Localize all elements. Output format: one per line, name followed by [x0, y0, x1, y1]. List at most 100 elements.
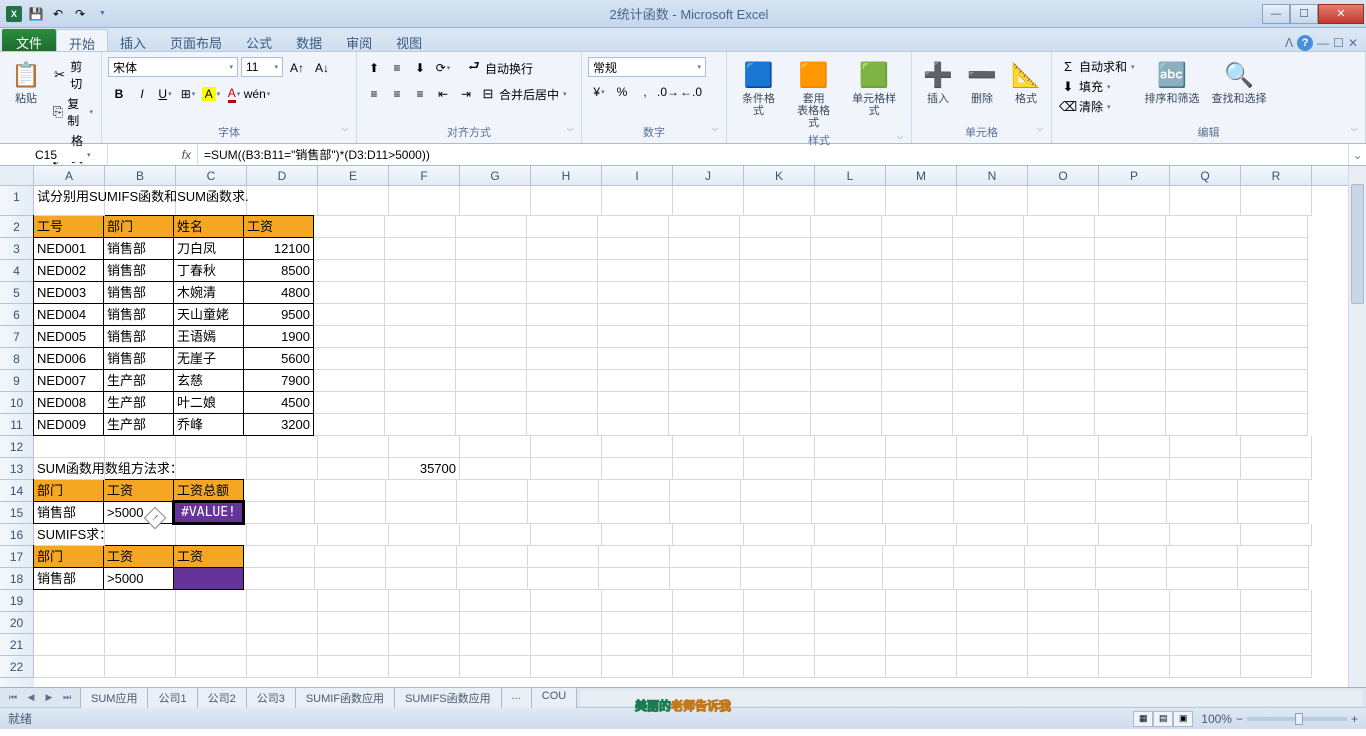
clear-button[interactable]: ⌫清除▾: [1058, 97, 1137, 116]
cell-F21[interactable]: [389, 634, 460, 656]
cell-J8[interactable]: [669, 348, 740, 370]
cell-J16[interactable]: [673, 524, 744, 546]
cell-Q10[interactable]: [1166, 392, 1237, 414]
cell-C7[interactable]: 王语嫣: [173, 325, 244, 348]
page-break-button[interactable]: ▣: [1173, 711, 1193, 727]
cell-G17[interactable]: [457, 546, 528, 568]
cell-G20[interactable]: [460, 612, 531, 634]
cell-D18[interactable]: [244, 568, 315, 590]
zoom-out-button[interactable]: −: [1236, 712, 1243, 726]
cell-F20[interactable]: [389, 612, 460, 634]
row-header-15[interactable]: 15: [0, 502, 34, 524]
cell-M5[interactable]: [882, 282, 953, 304]
cell-L10[interactable]: [811, 392, 882, 414]
cell-L17[interactable]: [812, 546, 883, 568]
cell-P7[interactable]: [1095, 326, 1166, 348]
cell-K1[interactable]: [744, 186, 815, 216]
cell-F19[interactable]: [389, 590, 460, 612]
cell-K9[interactable]: [740, 370, 811, 392]
cell-K20[interactable]: [744, 612, 815, 634]
cell-A22[interactable]: [34, 656, 105, 678]
border-button[interactable]: ⊞▾: [177, 83, 199, 105]
cell-N8[interactable]: [953, 348, 1024, 370]
undo-button[interactable]: ↶: [48, 4, 68, 24]
doc-min-icon[interactable]: —: [1317, 36, 1329, 50]
cell-M13[interactable]: [886, 458, 957, 480]
cell-C19[interactable]: [176, 590, 247, 612]
cell-L12[interactable]: [815, 436, 886, 458]
cell-A1[interactable]: 试分别用SUMIFS函数和SUM函数求.: [34, 186, 105, 216]
cell-G22[interactable]: [460, 656, 531, 678]
cell-E17[interactable]: [315, 546, 386, 568]
cell-O13[interactable]: [1028, 458, 1099, 480]
cell-F4[interactable]: [385, 260, 456, 282]
cell-I17[interactable]: [599, 546, 670, 568]
cell-A18[interactable]: 销售部: [33, 567, 104, 590]
cell-N1[interactable]: [957, 186, 1028, 216]
cell-O17[interactable]: [1025, 546, 1096, 568]
cell-F5[interactable]: [385, 282, 456, 304]
cell-B11[interactable]: 生产部: [103, 413, 174, 436]
cell-P12[interactable]: [1099, 436, 1170, 458]
col-header-Q[interactable]: Q: [1170, 166, 1241, 185]
align-top-button[interactable]: ⬆: [363, 57, 385, 79]
cell-O20[interactable]: [1028, 612, 1099, 634]
cell-B19[interactable]: [105, 590, 176, 612]
cell-H21[interactable]: [531, 634, 602, 656]
col-header-H[interactable]: H: [531, 166, 602, 185]
sheet-tab-0[interactable]: SUM应用: [80, 687, 148, 708]
cell-M3[interactable]: [882, 238, 953, 260]
indent-inc-button[interactable]: ⇥: [455, 83, 477, 105]
cell-J15[interactable]: [670, 502, 741, 524]
cell-R8[interactable]: [1237, 348, 1308, 370]
cell-K6[interactable]: [740, 304, 811, 326]
inc-decimal-button[interactable]: .0→: [657, 81, 679, 103]
tab-formulas[interactable]: 公式: [234, 29, 284, 51]
cell-G1[interactable]: [460, 186, 531, 216]
cell-E6[interactable]: [314, 304, 385, 326]
cell-D13[interactable]: [247, 458, 318, 480]
find-select-button[interactable]: 🔍查找和选择: [1208, 57, 1271, 107]
cell-C12[interactable]: [176, 436, 247, 458]
cell-P14[interactable]: [1096, 480, 1167, 502]
zoom-in-button[interactable]: +: [1351, 712, 1358, 726]
cell-F22[interactable]: [389, 656, 460, 678]
cell-L14[interactable]: [812, 480, 883, 502]
cell-F9[interactable]: [385, 370, 456, 392]
cell-B5[interactable]: 销售部: [103, 281, 174, 304]
cell-J5[interactable]: [669, 282, 740, 304]
cell-L22[interactable]: [815, 656, 886, 678]
col-header-A[interactable]: A: [34, 166, 105, 185]
cell-Q7[interactable]: [1166, 326, 1237, 348]
cell-N15[interactable]: [954, 502, 1025, 524]
col-header-J[interactable]: J: [673, 166, 744, 185]
cell-Q1[interactable]: [1170, 186, 1241, 216]
tab-review[interactable]: 审阅: [334, 29, 384, 51]
cell-M10[interactable]: [882, 392, 953, 414]
phonetic-button[interactable]: wén▾: [246, 83, 268, 105]
cell-I16[interactable]: [602, 524, 673, 546]
cell-G15[interactable]: [457, 502, 528, 524]
cell-Q9[interactable]: [1166, 370, 1237, 392]
cell-P4[interactable]: [1095, 260, 1166, 282]
cell-P9[interactable]: [1095, 370, 1166, 392]
cell-H13[interactable]: [531, 458, 602, 480]
cell-F10[interactable]: [385, 392, 456, 414]
maximize-button[interactable]: ☐: [1290, 4, 1318, 24]
file-tab[interactable]: 文件: [2, 29, 56, 51]
cell-G14[interactable]: [457, 480, 528, 502]
cell-G7[interactable]: [456, 326, 527, 348]
cell-L16[interactable]: [815, 524, 886, 546]
cell-E3[interactable]: [314, 238, 385, 260]
cell-H20[interactable]: [531, 612, 602, 634]
indent-dec-button[interactable]: ⇤: [432, 83, 454, 105]
cell-A3[interactable]: NED001: [33, 237, 104, 260]
cell-O2[interactable]: [1024, 216, 1095, 238]
cell-C8[interactable]: 无崖子: [173, 347, 244, 370]
cell-A5[interactable]: NED003: [33, 281, 104, 304]
cell-N21[interactable]: [957, 634, 1028, 656]
col-header-O[interactable]: O: [1028, 166, 1099, 185]
cell-D21[interactable]: [247, 634, 318, 656]
cell-B17[interactable]: 工资: [103, 545, 174, 568]
cell-G3[interactable]: [456, 238, 527, 260]
